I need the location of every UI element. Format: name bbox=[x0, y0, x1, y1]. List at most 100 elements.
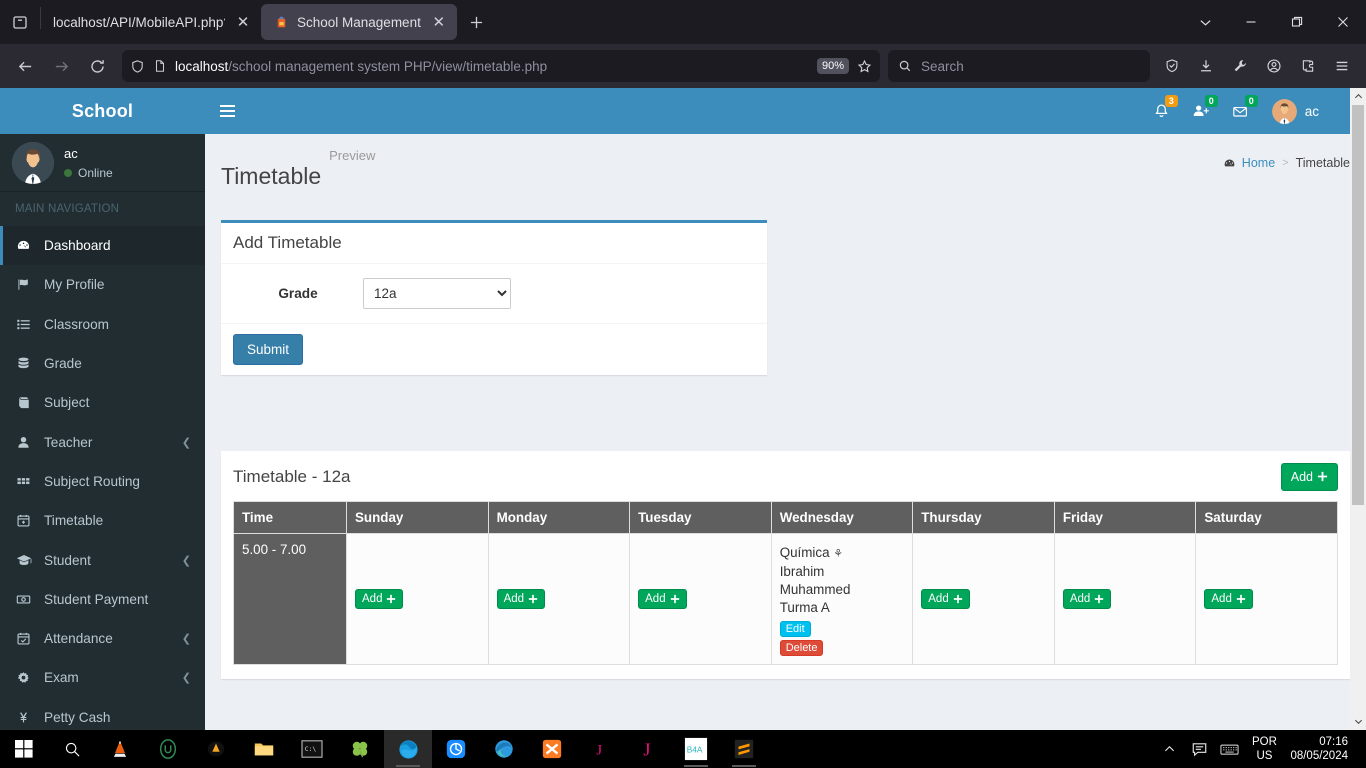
close-icon[interactable]: ✕ bbox=[233, 12, 253, 32]
slot-cell-wednesday[interactable]: Química ⚘ Ibrahim Muhammed Turma A Edit bbox=[770, 532, 914, 665]
sidebar-item-petty-cash[interactable]: Petty Cash bbox=[0, 698, 205, 730]
keyboard-icon[interactable] bbox=[1214, 730, 1244, 768]
reload-icon[interactable] bbox=[80, 50, 114, 82]
b4a-icon[interactable]: B4A bbox=[672, 730, 720, 768]
column-header-tuesday: Tuesday bbox=[629, 500, 772, 534]
page-info-icon[interactable] bbox=[153, 59, 167, 73]
brand-logo[interactable]: School bbox=[0, 88, 205, 134]
slot-teacher-first: Ibrahim bbox=[779, 563, 825, 579]
edit-button[interactable]: Edit bbox=[779, 620, 811, 637]
sidebar-item-student[interactable]: Student ❮ bbox=[0, 540, 205, 579]
file-explorer-icon[interactable] bbox=[240, 730, 288, 768]
uc-browser-icon[interactable] bbox=[432, 730, 480, 768]
jetbrains-j-icon[interactable]: J bbox=[576, 730, 624, 768]
bookmark-star-icon[interactable] bbox=[857, 59, 872, 74]
sidebar-item-student-payment[interactable]: Student Payment bbox=[0, 580, 205, 619]
sidebar-item-classroom[interactable]: Classroom bbox=[0, 305, 205, 344]
scroll-up-icon[interactable] bbox=[1350, 88, 1366, 105]
slot-cell-friday[interactable]: Add bbox=[1053, 532, 1197, 665]
add-timetable-entry-button[interactable]: Add bbox=[1280, 462, 1338, 491]
tab-list-button[interactable] bbox=[0, 0, 40, 44]
account-icon[interactable] bbox=[1258, 50, 1290, 82]
add-slot-button[interactable]: Add bbox=[1204, 588, 1253, 609]
add-button-label: Add bbox=[928, 592, 949, 605]
sidebar-item-dashboard[interactable]: Dashboard bbox=[0, 226, 205, 266]
wrench-icon[interactable] bbox=[1224, 50, 1256, 82]
restore-icon[interactable] bbox=[1274, 0, 1320, 44]
vlc-icon[interactable] bbox=[96, 730, 144, 768]
zoom-level-badge[interactable]: 90% bbox=[816, 58, 849, 74]
terminal-icon[interactable]: C:\ bbox=[288, 730, 336, 768]
slot-cell-thursday[interactable]: Add bbox=[912, 532, 1055, 665]
address-bar[interactable]: localhost/school management system PHP/v… bbox=[122, 50, 880, 82]
notifications-badge: 3 bbox=[1164, 95, 1178, 107]
sidebar-item-timetable[interactable]: Timetable bbox=[0, 501, 205, 540]
timetable-table: Time Sunday Monday Tuesday Wednesday Thu… bbox=[233, 500, 1338, 665]
browser-tab-1[interactable]: localhost/API/MobileAPI.php?action ✕ bbox=[41, 4, 261, 40]
windows-start-icon[interactable] bbox=[0, 730, 48, 768]
list-all-tabs-icon[interactable] bbox=[1182, 0, 1228, 44]
extensions-icon[interactable] bbox=[1292, 50, 1324, 82]
shield-icon[interactable] bbox=[1156, 50, 1188, 82]
scroll-down-icon[interactable] bbox=[1350, 713, 1366, 730]
grade-select[interactable]: 12a bbox=[363, 277, 511, 309]
sidebar-item-exam[interactable]: Exam ❮ bbox=[0, 658, 205, 697]
scrollbar-thumb[interactable] bbox=[1352, 105, 1364, 505]
search-bar[interactable]: Search bbox=[888, 50, 1150, 82]
slot-cell-sunday[interactable]: Add bbox=[346, 532, 489, 665]
new-tab-button[interactable] bbox=[461, 6, 493, 38]
clock[interactable]: 07:16 08/05/2024 bbox=[1284, 735, 1358, 763]
messages-button[interactable]: 0 bbox=[1221, 88, 1261, 134]
close-icon[interactable]: ✕ bbox=[429, 12, 449, 32]
show-hidden-icons-icon[interactable] bbox=[1154, 730, 1184, 768]
sidebar-item-my-profile[interactable]: My Profile bbox=[0, 265, 205, 304]
search-icon[interactable] bbox=[48, 730, 96, 768]
sidebar-user-panel[interactable]: ac Online bbox=[0, 134, 205, 192]
jetbrains-j2-icon[interactable]: J bbox=[624, 730, 672, 768]
add-slot-button[interactable]: Add bbox=[496, 588, 546, 609]
add-slot-button[interactable]: Add bbox=[1062, 588, 1112, 609]
avast-icon[interactable] bbox=[192, 730, 240, 768]
chat-icon[interactable] bbox=[1184, 730, 1214, 768]
app-menu-icon[interactable] bbox=[1326, 50, 1358, 82]
sidebar-item-subject[interactable]: Subject bbox=[0, 383, 205, 422]
download-icon[interactable] bbox=[1190, 50, 1222, 82]
slot-cell-monday[interactable]: Add bbox=[487, 532, 631, 665]
page-scrollbar[interactable] bbox=[1350, 88, 1366, 730]
browser-toolbar: localhost/school management system PHP/v… bbox=[0, 44, 1366, 88]
submit-button[interactable]: Submit bbox=[233, 333, 304, 365]
notifications-button[interactable]: 3 bbox=[1142, 88, 1181, 134]
language-indicator[interactable]: POR US bbox=[1244, 735, 1284, 763]
browser-tab-2[interactable]: School Management ✕ bbox=[261, 4, 457, 40]
u-circle-icon[interactable] bbox=[144, 730, 192, 768]
add-slot-button[interactable]: Add bbox=[638, 588, 687, 609]
delete-button[interactable]: Delete bbox=[779, 639, 824, 656]
xampp-icon[interactable] bbox=[528, 730, 576, 768]
shield-icon[interactable] bbox=[130, 59, 145, 74]
sidebar-item-teacher[interactable]: Teacher ❮ bbox=[0, 422, 205, 461]
minimize-icon[interactable] bbox=[1228, 0, 1274, 44]
edge-icon[interactable] bbox=[480, 730, 528, 768]
close-icon[interactable] bbox=[1320, 0, 1366, 44]
chevron-left-icon: ❮ bbox=[181, 554, 191, 567]
sublime-text-icon[interactable] bbox=[720, 730, 768, 768]
breadcrumb-home[interactable]: Home bbox=[1223, 156, 1275, 170]
back-icon[interactable] bbox=[8, 50, 42, 82]
slot-cell-tuesday[interactable]: Add bbox=[629, 532, 772, 665]
clover-icon[interactable] bbox=[336, 730, 384, 768]
sidebar-item-label: My Profile bbox=[44, 277, 105, 293]
sidebar-item-grade[interactable]: Grade bbox=[0, 344, 205, 383]
firefox-icon[interactable] bbox=[384, 730, 432, 768]
forward-icon[interactable] bbox=[44, 50, 78, 82]
scrollbar-track[interactable] bbox=[1350, 105, 1366, 713]
sidebar-item-label: Attendance bbox=[44, 631, 113, 647]
add-slot-button[interactable]: Add bbox=[921, 588, 970, 609]
header-user-menu[interactable]: ac bbox=[1261, 88, 1330, 134]
url-path: /school management system PHP/view/timet… bbox=[228, 58, 548, 74]
hamburger-icon[interactable] bbox=[205, 88, 249, 134]
sidebar-item-subject-routing[interactable]: Subject Routing bbox=[0, 462, 205, 501]
slot-cell-saturday[interactable]: Add bbox=[1195, 532, 1338, 665]
add-slot-button[interactable]: Add bbox=[355, 588, 404, 609]
sidebar-item-attendance[interactable]: Attendance ❮ bbox=[0, 619, 205, 658]
users-button[interactable]: 0 bbox=[1181, 88, 1221, 134]
